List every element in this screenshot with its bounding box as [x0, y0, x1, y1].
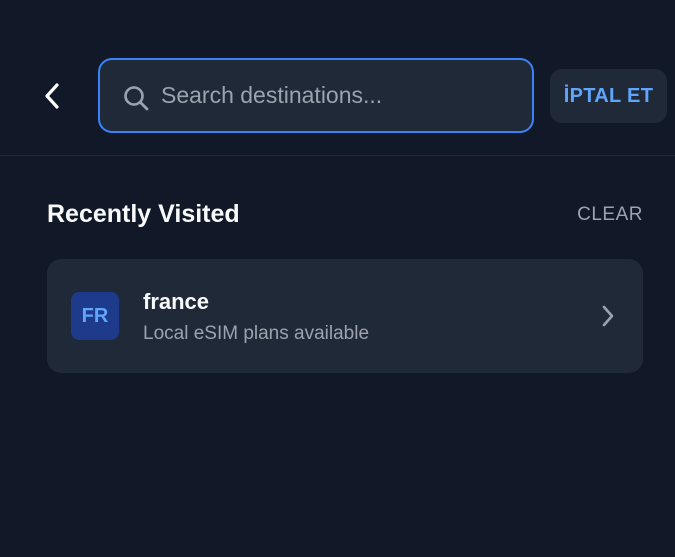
search-header: İPTAL ET — [0, 0, 675, 156]
search-icon — [124, 86, 149, 111]
chevron-left-icon — [45, 83, 59, 109]
destination-name: france — [143, 289, 210, 314]
chevron-right-icon — [602, 305, 614, 327]
clear-button[interactable]: CLEAR — [577, 204, 643, 226]
back-button[interactable] — [30, 76, 74, 116]
section-title: Recently Visited — [47, 200, 240, 228]
search-input[interactable] — [161, 60, 521, 131]
search-screen: İPTAL ET Recently Visited CLEAR FR franc… — [0, 0, 675, 557]
cancel-button[interactable]: İPTAL ET — [550, 69, 667, 123]
country-code-badge: FR — [71, 292, 119, 340]
search-field[interactable] — [98, 58, 534, 133]
destination-subtitle: Local eSIM plans available — [143, 323, 370, 344]
recent-destination-item[interactable]: FR france Local eSIM plans available — [47, 259, 643, 373]
